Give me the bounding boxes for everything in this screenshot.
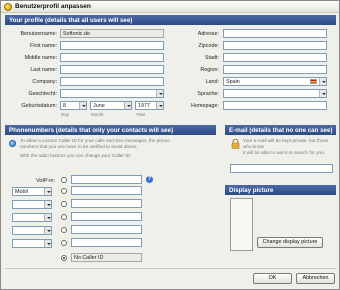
country-value: Spain <box>226 79 240 85</box>
phones-info-line-2: numbers that you use have to be verified… <box>20 144 138 150</box>
phone-caller-id-radio-5[interactable] <box>61 240 67 246</box>
birth-month-value: June <box>93 103 105 109</box>
phones-info-line-3: With the radio buttons you can change yo… <box>20 153 132 159</box>
city-label: Stadt: <box>204 55 219 61</box>
language-select[interactable] <box>223 89 327 98</box>
birth-year-select[interactable]: 1977 <box>135 101 164 110</box>
chevron-down-icon <box>79 102 86 109</box>
birth-month-select[interactable]: June <box>90 101 132 110</box>
info-icon <box>9 140 16 147</box>
gender-select[interactable] <box>60 89 164 98</box>
homepage-label: Homepage: <box>191 103 219 109</box>
phones-info-text: To allow a custom Caller ID for your cal… <box>20 138 216 160</box>
country-select[interactable]: Spain <box>223 77 327 86</box>
email-info-line-2: it will be able to use it to search for … <box>243 150 326 156</box>
phone-caller-id-radio-4[interactable] <box>61 227 67 233</box>
chevron-down-icon <box>319 90 326 97</box>
chevron-down-icon <box>44 188 51 195</box>
company-label: Company: <box>32 79 57 85</box>
email-section-header: E-mail (details that no one can see) <box>225 125 336 135</box>
no-caller-id-radio[interactable] <box>61 255 67 261</box>
app-logo-icon <box>4 3 12 11</box>
last-name-field[interactable] <box>60 65 164 74</box>
chevron-down-icon <box>44 240 51 247</box>
city-field[interactable] <box>223 53 327 62</box>
birth-year-value: 1977 <box>138 103 150 109</box>
phone-caller-id-radio-3[interactable] <box>61 214 67 220</box>
region-field[interactable] <box>223 65 327 74</box>
gender-label: Geschlecht: <box>28 91 57 97</box>
month-hint: Month <box>91 112 104 117</box>
profile-section-header: Your profile (details that all users wil… <box>5 15 336 25</box>
chevron-down-icon <box>156 90 163 97</box>
chevron-down-icon <box>44 201 51 208</box>
voip-label: VoIP-in: <box>36 178 55 184</box>
email-info-line-1: Your e-mail will be kept private, but th… <box>243 138 329 150</box>
phone-number-field-3[interactable] <box>71 212 142 221</box>
footer-divider <box>5 268 336 269</box>
spain-flag-icon <box>310 79 317 84</box>
phones-section-header: Phonenumbers (details that only your con… <box>5 125 216 135</box>
first-name-field[interactable] <box>60 41 164 50</box>
chevron-down-icon <box>124 102 131 109</box>
ok-button[interactable]: OK <box>253 273 292 284</box>
first-name-label: First name: <box>30 43 57 49</box>
change-picture-button[interactable]: Change display picture <box>257 237 323 248</box>
display-picture <box>230 198 253 251</box>
middle-name-label: Middle name: <box>24 55 57 61</box>
phone-type-select-3[interactable] <box>12 213 52 222</box>
country-label: Land: <box>205 79 220 85</box>
phone-number-field-1[interactable] <box>71 186 142 195</box>
birth-day-value: 8 <box>63 103 66 109</box>
company-field[interactable] <box>60 77 164 86</box>
no-caller-id-field: No Caller ID <box>71 253 142 262</box>
phone-number-field-5[interactable] <box>71 238 142 247</box>
birthdate-label: Geburtsdatum: <box>21 103 57 109</box>
address-label: Adresse: <box>197 31 219 37</box>
phone-number-field-2[interactable] <box>71 199 142 208</box>
chevron-down-icon <box>44 227 51 234</box>
picture-section-header: Display picture <box>225 185 336 195</box>
phone-caller-id-radio-2[interactable] <box>61 201 67 207</box>
phone-type-select-2[interactable] <box>12 200 52 209</box>
chevron-down-icon <box>319 78 326 85</box>
voip-caller-id-radio[interactable] <box>61 177 67 183</box>
chevron-down-icon <box>156 102 163 109</box>
day-hint: Day <box>61 112 70 117</box>
chevron-down-icon <box>44 214 51 221</box>
email-field[interactable] <box>230 164 333 173</box>
cancel-button[interactable]: Abbrechen <box>296 273 335 284</box>
birth-day-select[interactable]: 8 <box>60 101 87 110</box>
email-info-text: Your e-mail will be kept private, but th… <box>243 138 337 157</box>
voip-number-field[interactable] <box>71 175 142 184</box>
phone-type-value-1: Mobil <box>15 189 28 195</box>
zipcode-label: Zipcode: <box>198 43 219 49</box>
homepage-field[interactable] <box>223 101 327 110</box>
language-label: Sprache: <box>197 91 219 97</box>
help-icon[interactable]: ? <box>146 176 153 183</box>
year-hint: Year <box>136 112 146 117</box>
phone-caller-id-radio-1[interactable] <box>61 188 67 194</box>
last-name-label: Last name: <box>30 67 57 73</box>
middle-name-field[interactable] <box>60 53 164 62</box>
phone-type-select-1[interactable]: Mobil <box>12 187 52 196</box>
zipcode-field[interactable] <box>223 41 327 50</box>
address-field[interactable] <box>223 29 327 38</box>
phone-type-select-5[interactable] <box>12 239 52 248</box>
window-title: Benutzerprofil anpassen <box>15 3 91 10</box>
region-label: Region: <box>200 67 219 73</box>
lock-icon <box>231 139 240 149</box>
phone-type-select-4[interactable] <box>12 226 52 235</box>
title-bar: Benutzerprofil anpassen <box>1 1 339 13</box>
username-field: Softonic.de <box>60 29 164 38</box>
phone-number-field-4[interactable] <box>71 225 142 234</box>
username-label: Benutzername: <box>20 31 57 37</box>
profile-window: Benutzerprofil anpassen Your profile (de… <box>0 0 340 290</box>
